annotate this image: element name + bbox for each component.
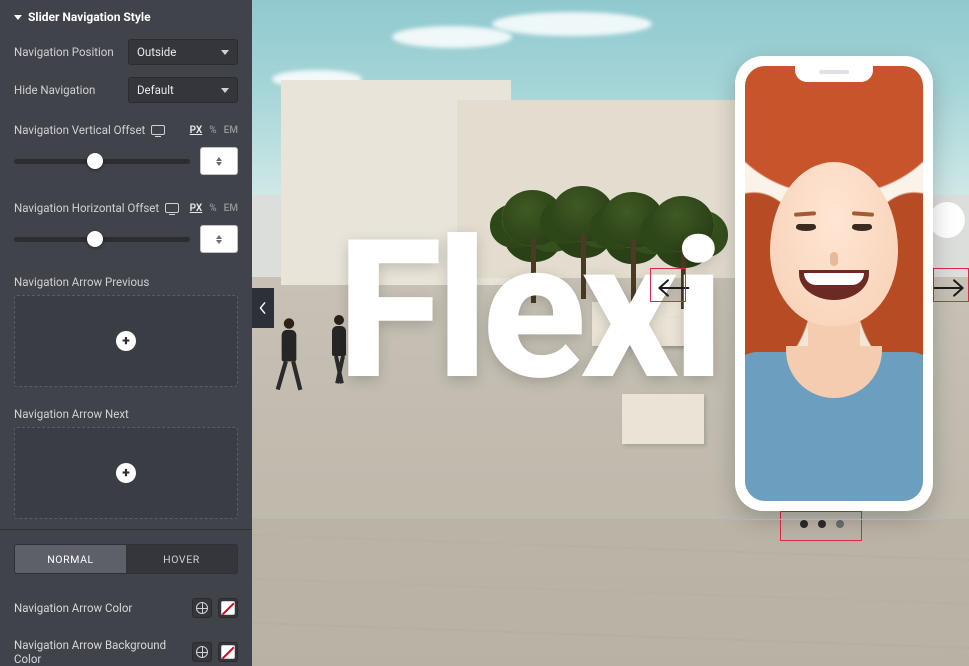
label-arrow-bg-color: Navigation Arrow Background Color <box>14 638 174 666</box>
unit-switch-horizontal: PX % EM <box>190 203 238 214</box>
label-navigation-position: Navigation Position <box>14 45 114 59</box>
slider-prev-button[interactable] <box>655 270 691 306</box>
label-horizontal-offset: Navigation Horizontal Offset <box>14 201 159 215</box>
arrow-right-icon <box>932 277 966 299</box>
plus-icon: + <box>116 463 136 483</box>
row-arrow-bg-color: Navigation Arrow Background Color <box>0 628 252 666</box>
phone-mockup <box>735 56 933 511</box>
cloud-shape <box>492 12 652 36</box>
row-hide-navigation: Hide Navigation Default <box>0 71 252 109</box>
slider-track[interactable] <box>14 237 190 242</box>
slider-horizontal-offset <box>0 219 252 265</box>
person-shape <box>282 318 297 390</box>
divider <box>0 529 252 530</box>
dropzone-arrow-next[interactable]: + <box>14 427 238 519</box>
horizontal-guide <box>252 519 969 520</box>
unit-px[interactable]: PX <box>190 203 203 214</box>
number-input-vertical[interactable] <box>200 147 238 175</box>
sidebar: Slider Navigation Style Navigation Posit… <box>0 0 252 666</box>
panel-title: Slider Navigation Style <box>28 10 151 24</box>
label-vertical-offset: Navigation Vertical Offset <box>14 123 145 137</box>
slider-thumb[interactable] <box>87 231 103 247</box>
stepper-up-icon[interactable] <box>216 157 222 161</box>
pagination-dot[interactable] <box>800 520 808 528</box>
global-color-button[interactable] <box>192 642 212 662</box>
color-picker-button[interactable] <box>218 642 238 662</box>
slider-vertical-offset <box>0 141 252 187</box>
no-color-icon <box>221 601 235 615</box>
unit-percent[interactable]: % <box>209 125 216 136</box>
pagination-dot[interactable] <box>818 520 826 528</box>
color-picker-button[interactable] <box>218 598 238 618</box>
panel-collapse-handle[interactable] <box>252 288 274 328</box>
no-color-icon <box>221 645 235 659</box>
global-color-button[interactable] <box>192 598 212 618</box>
chevron-left-icon <box>259 302 267 314</box>
tab-normal[interactable]: NORMAL <box>15 545 126 573</box>
phone-notch <box>795 64 873 82</box>
select-value: Default <box>137 83 174 97</box>
slider-next-button[interactable] <box>931 270 967 306</box>
ground-tiles <box>252 520 969 666</box>
unit-em[interactable]: EM <box>224 203 238 214</box>
unit-percent[interactable]: % <box>209 203 216 214</box>
globe-icon <box>196 646 208 658</box>
label-hide-navigation: Hide Navigation <box>14 83 95 97</box>
select-hide-navigation[interactable]: Default <box>128 77 238 103</box>
select-value: Outside <box>137 45 176 59</box>
panel-header[interactable]: Slider Navigation Style <box>0 0 252 33</box>
preview-canvas: Flexi <box>252 0 969 666</box>
dropzone-arrow-prev[interactable]: + <box>14 295 238 387</box>
number-input-horizontal[interactable] <box>200 225 238 253</box>
unit-switch-vertical: PX % EM <box>190 125 238 136</box>
desktop-icon[interactable] <box>151 125 165 135</box>
stepper-up-icon[interactable] <box>216 235 222 239</box>
pagination-dot[interactable] <box>836 520 844 528</box>
row-vertical-offset-header: Navigation Vertical Offset PX % EM <box>0 109 252 141</box>
unit-em[interactable]: EM <box>224 125 238 136</box>
slider-pagination[interactable] <box>800 520 844 528</box>
slider-track[interactable] <box>14 159 190 164</box>
row-arrow-color: Navigation Arrow Color <box>0 588 252 628</box>
label-arrow-prev: Navigation Arrow Previous <box>0 265 252 295</box>
portrait-face <box>770 162 898 326</box>
arrow-left-icon <box>656 277 690 299</box>
chevron-down-icon <box>221 50 229 55</box>
state-tabs: NORMAL HOVER <box>14 544 238 574</box>
chevron-down-icon <box>221 88 229 93</box>
tab-hover[interactable]: HOVER <box>126 545 237 573</box>
portrait-shirt <box>745 352 923 501</box>
cloud-shape <box>392 26 512 48</box>
label-arrow-color: Navigation Arrow Color <box>14 601 132 615</box>
decorative-circle <box>929 202 965 238</box>
hero-headline: Flexi <box>337 198 718 423</box>
slider-thumb[interactable] <box>87 153 103 169</box>
phone-screen <box>745 66 923 501</box>
row-horizontal-offset-header: Navigation Horizontal Offset PX % EM <box>0 187 252 219</box>
select-navigation-position[interactable]: Outside <box>128 39 238 65</box>
stepper-down-icon[interactable] <box>216 162 222 166</box>
label-arrow-next: Navigation Arrow Next <box>0 397 252 427</box>
globe-icon <box>196 602 208 614</box>
caret-down-icon <box>14 15 22 20</box>
unit-px[interactable]: PX <box>190 125 203 136</box>
row-navigation-position: Navigation Position Outside <box>0 33 252 71</box>
desktop-icon[interactable] <box>165 203 179 213</box>
plus-icon: + <box>116 331 136 351</box>
stepper-down-icon[interactable] <box>216 240 222 244</box>
